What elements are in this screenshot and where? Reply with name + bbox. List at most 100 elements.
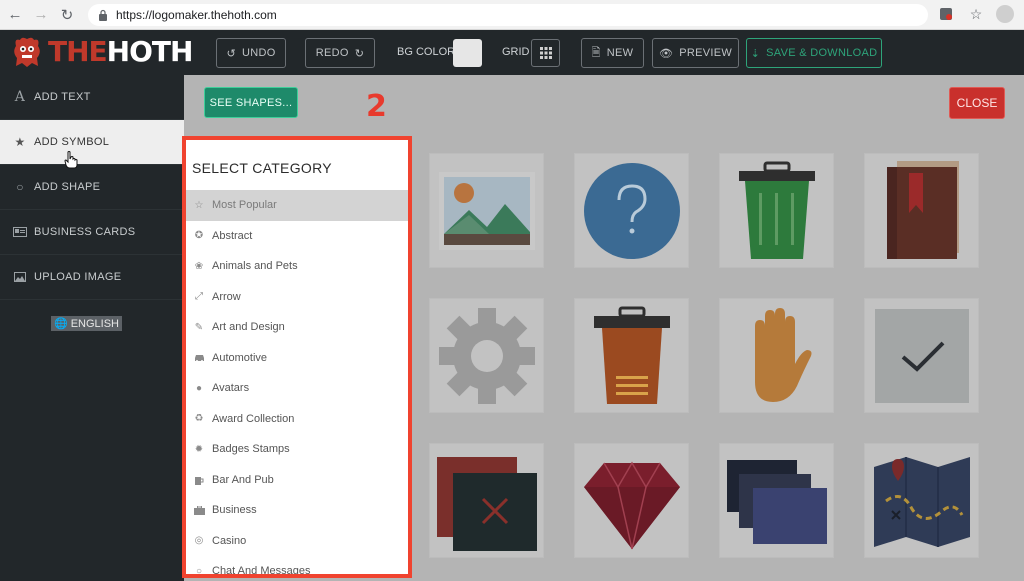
briefcase-icon: [192, 505, 206, 515]
brush-icon: ✎: [194, 321, 204, 333]
grid-button[interactable]: [531, 39, 560, 67]
sidebar-item-label: ADD SYMBOL: [34, 136, 110, 148]
symbol-tile-cards[interactable]: [719, 443, 834, 558]
card-icon: [10, 227, 30, 237]
sidebar-item-add-text[interactable]: A ADD TEXT: [0, 75, 184, 120]
category-item-arrow[interactable]: ⤢ Arrow: [186, 282, 408, 313]
category-item-business[interactable]: Business: [186, 495, 408, 526]
star-icon: ★: [14, 135, 26, 149]
category-item-avatars[interactable]: ● Avatars: [186, 373, 408, 404]
person-icon: ●: [195, 382, 203, 394]
sidebar-item-label: ADD TEXT: [34, 91, 91, 103]
browser-toolbar: ← → ↻ https://logomaker.thehoth.com ☆: [0, 0, 1024, 30]
symbol-tile-map[interactable]: [864, 443, 979, 558]
category-label: Casino: [212, 534, 247, 547]
redo-button[interactable]: REDO ↻: [305, 38, 375, 68]
extension-icon[interactable]: [936, 4, 956, 24]
sidebar-item-add-shape[interactable]: ○ ADD SHAPE: [0, 165, 184, 210]
preview-label: PREVIEW: [679, 47, 733, 59]
beer-icon: [192, 475, 206, 485]
new-button[interactable]: 🗎 NEW: [581, 38, 644, 68]
symbol-tile-gem[interactable]: [574, 443, 689, 558]
symbol-tile-x-square[interactable]: [429, 443, 544, 558]
category-label: Art and Design: [212, 321, 285, 334]
category-item-most-popular[interactable]: ☆ Most Popular: [186, 190, 408, 221]
new-file-icon: 🗎: [591, 46, 601, 59]
undo-label: UNDO: [241, 47, 276, 59]
address-bar[interactable]: https://logomaker.thehoth.com: [88, 3, 928, 26]
language-button[interactable]: 🌐 ENGLISH: [51, 316, 122, 331]
forward-icon[interactable]: →: [30, 4, 52, 26]
undo-button[interactable]: ↺ UNDO: [216, 38, 286, 68]
globe-icon: 🌐: [54, 318, 68, 330]
bg-color-label: BG COLOR: [397, 46, 456, 58]
url-text: https://logomaker.thehoth.com: [116, 7, 277, 22]
category-label: Most Popular: [212, 199, 277, 212]
save-download-button[interactable]: ⇣ SAVE & DOWNLOAD: [746, 38, 882, 68]
redo-label: REDO: [315, 47, 349, 59]
sidebar-item-label: ADD SHAPE: [34, 181, 101, 193]
close-button[interactable]: CLOSE: [949, 87, 1005, 119]
sidebar-item-add-symbol[interactable]: ★ ADD SYMBOL: [0, 120, 184, 165]
save-label: SAVE & DOWNLOAD: [766, 47, 878, 59]
category-item-automotive[interactable]: Automotive: [186, 343, 408, 374]
category-label: Animals and Pets: [212, 260, 298, 273]
app-toolbar: THEHOTH ↺ UNDO REDO ↻ BG COLOR GRID 🗎 NE…: [0, 30, 1024, 75]
text-icon: A: [14, 89, 26, 105]
bg-color-swatch[interactable]: [453, 39, 482, 67]
landscape-picture-icon: [438, 171, 535, 250]
symbol-tile-book[interactable]: [864, 153, 979, 268]
category-item-badges-stamps[interactable]: ✹ Badges Stamps: [186, 434, 408, 465]
logo-wordmark: THEHOTH: [48, 35, 193, 68]
orange-trash-can-icon: [593, 306, 670, 404]
casino-chip-icon: ◎: [194, 535, 204, 547]
profile-avatar[interactable]: [996, 5, 1014, 23]
bookmark-star-icon[interactable]: ☆: [966, 4, 986, 24]
category-item-bar-and-pub[interactable]: Bar And Pub: [186, 465, 408, 496]
sidebar-item-upload-image[interactable]: UPLOAD IMAGE: [0, 255, 184, 300]
category-label: Chat And Messages: [212, 565, 311, 578]
chat-icon: ○: [195, 565, 203, 577]
logo-the: THE: [48, 35, 108, 68]
category-label: Badges Stamps: [212, 443, 290, 456]
sidebar-item-business-cards[interactable]: BUSINESS CARDS: [0, 210, 184, 255]
symbol-tile-gear[interactable]: [429, 298, 544, 413]
category-item-casino[interactable]: ◎ Casino: [186, 526, 408, 557]
category-label: Business: [212, 504, 257, 517]
abstract-icon: ✪: [194, 230, 204, 242]
preview-button[interactable]: 👁 PREVIEW: [652, 38, 739, 68]
symbol-tile-hand[interactable]: [719, 298, 834, 413]
eye-icon: 👁: [658, 47, 674, 60]
grid-icon: [539, 47, 552, 59]
category-item-animals-and-pets[interactable]: ❀ Animals and Pets: [186, 251, 408, 282]
category-label: Award Collection: [212, 412, 295, 425]
category-label: Automotive: [212, 351, 268, 364]
back-icon[interactable]: ←: [4, 4, 26, 26]
category-item-art-and-design[interactable]: ✎ Art and Design: [186, 312, 408, 343]
category-item-chat-and-messages[interactable]: ○ Chat And Messages: [186, 556, 408, 578]
category-item-abstract[interactable]: ✪ Abstract: [186, 221, 408, 252]
symbol-tile-green-trash[interactable]: [719, 153, 834, 268]
treasure-map-icon: [873, 456, 970, 547]
symbol-tile-orange-trash[interactable]: [574, 298, 689, 413]
hoth-monster-icon: [12, 36, 42, 68]
dropdown-scrollbar[interactable]: [408, 140, 412, 340]
category-label: Avatars: [212, 382, 250, 395]
symbol-tile-landscape[interactable]: [429, 153, 544, 268]
reload-icon[interactable]: ↻: [56, 4, 78, 26]
stacked-cards-icon: [726, 459, 827, 544]
badge-icon: ✹: [194, 443, 204, 455]
question-mark-icon: [583, 162, 680, 259]
logo[interactable]: THEHOTH: [12, 35, 193, 68]
see-shapes-button[interactable]: SEE SHAPES...: [204, 87, 298, 118]
lock-icon: [98, 9, 110, 21]
category-dropdown[interactable]: SELECT CATEGORY ☆ Most Popular ✪ Abstrac…: [182, 136, 412, 578]
category-item-award-collection[interactable]: ♻ Award Collection: [186, 404, 408, 435]
symbol-tile-checkmark[interactable]: [864, 298, 979, 413]
circle-icon: ○: [16, 180, 24, 194]
checkmark-icon: [874, 308, 969, 403]
raised-hand-icon: [754, 307, 811, 402]
image-icon: [10, 272, 30, 282]
symbol-tile-question[interactable]: [574, 153, 689, 268]
step-marker: 2: [366, 89, 387, 124]
